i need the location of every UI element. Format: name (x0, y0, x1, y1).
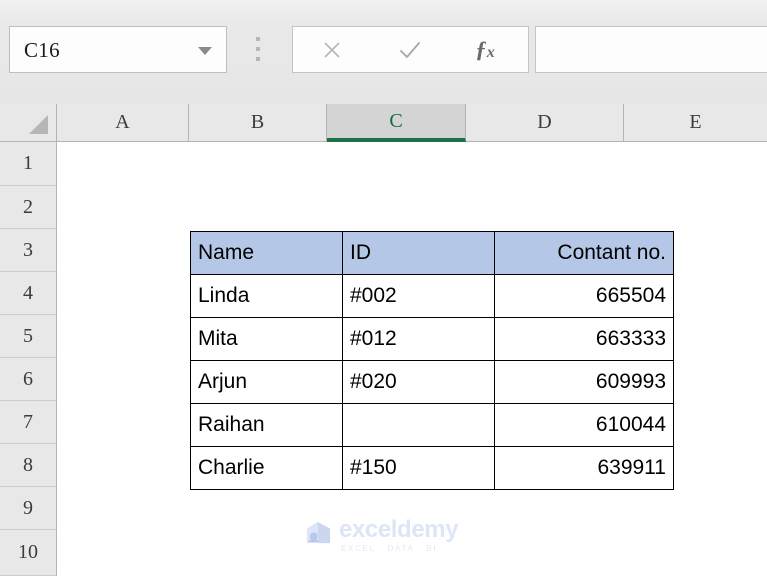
formula-bar[interactable] (535, 26, 767, 73)
chevron-down-icon[interactable] (198, 47, 212, 55)
dot (256, 37, 260, 41)
watermark-tagline: EXCEL · DATA · BI (341, 544, 438, 553)
table-row: Mita #012 663333 (190, 317, 674, 361)
dot (256, 57, 260, 61)
drag-handle-dots-icon (256, 37, 260, 63)
checkmark-icon (400, 41, 420, 58)
cell-id[interactable]: #020 (342, 360, 495, 404)
row-header-9[interactable]: 9 (0, 487, 57, 530)
insert-function-button[interactable]: ƒx (448, 27, 522, 72)
column-header-e[interactable]: E (624, 104, 767, 142)
exceldemy-watermark: exceldemy EXCEL · DATA · BI (305, 518, 475, 558)
row-header-2[interactable]: 2 (0, 186, 57, 229)
cell-name[interactable]: Mita (190, 317, 343, 361)
row-header-1[interactable]: 1 (0, 142, 57, 186)
close-x-icon (324, 41, 340, 58)
cell-contact[interactable]: 639911 (494, 446, 674, 490)
cell-id-empty[interactable] (342, 403, 495, 447)
table-header-id[interactable]: ID (342, 231, 495, 275)
row-header-strip: 1 2 3 4 5 6 7 8 9 10 (0, 142, 57, 576)
exceldemy-cube-logo-icon (306, 521, 331, 544)
formula-action-buttons: ƒx (292, 26, 529, 73)
column-header-b[interactable]: B (189, 104, 327, 142)
dot (256, 47, 260, 51)
cell-name[interactable]: Raihan (190, 403, 343, 447)
table-row: Charlie #150 639911 (190, 446, 674, 490)
row-header-5[interactable]: 5 (0, 315, 57, 358)
data-table: Name ID Contant no. Linda #002 665504 Mi… (190, 231, 674, 490)
cell-contact[interactable]: 663333 (494, 317, 674, 361)
select-all-corner-triangle-icon (29, 115, 48, 134)
table-header-contact[interactable]: Contant no. (494, 231, 674, 275)
cell-contact[interactable]: 610044 (494, 403, 674, 447)
row-header-7[interactable]: 7 (0, 401, 57, 444)
formula-toolbar: C16 ƒx (0, 0, 767, 104)
cell-id[interactable]: #002 (342, 274, 495, 318)
column-header-strip: A B C D E (0, 104, 767, 142)
row-header-3[interactable]: 3 (0, 229, 57, 272)
watermark-text: exceldemy EXCEL · DATA · BI (339, 516, 459, 554)
name-box-value: C16 (24, 38, 60, 62)
table-header-row: Name ID Contant no. (190, 231, 674, 275)
cell-contact[interactable]: 665504 (494, 274, 674, 318)
cell-name[interactable]: Charlie (190, 446, 343, 490)
cancel-button[interactable] (295, 27, 369, 72)
table-header-name[interactable]: Name (190, 231, 343, 275)
row-header-4[interactable]: 4 (0, 272, 57, 315)
table-row: Arjun #020 609993 (190, 360, 674, 404)
row-header-8[interactable]: 8 (0, 444, 57, 487)
cell-id[interactable]: #012 (342, 317, 495, 361)
row-header-10[interactable]: 10 (0, 530, 57, 576)
column-header-a[interactable]: A (57, 104, 189, 142)
column-header-c[interactable]: C (327, 104, 466, 142)
fx-insert-function-icon: ƒx (475, 36, 495, 62)
cell-id[interactable]: #150 (342, 446, 495, 490)
row-header-6[interactable]: 6 (0, 358, 57, 401)
confirm-button[interactable] (373, 27, 447, 72)
watermark-brand: exceldemy (339, 516, 459, 543)
column-header-d[interactable]: D (466, 104, 624, 142)
cell-name[interactable]: Linda (190, 274, 343, 318)
table-row: Raihan 610044 (190, 403, 674, 447)
name-box[interactable]: C16 (9, 26, 227, 73)
select-all-button[interactable] (0, 104, 57, 142)
table-row: Linda #002 665504 (190, 274, 674, 318)
cell-name[interactable]: Arjun (190, 360, 343, 404)
cell-contact[interactable]: 609993 (494, 360, 674, 404)
